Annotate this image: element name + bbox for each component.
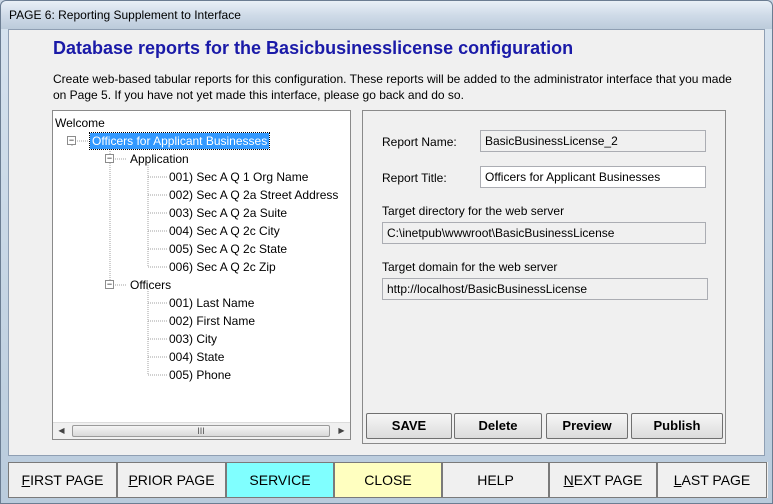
target-directory-field[interactable]: C:\inetpub\wwwroot\BasicBusinessLicense — [382, 222, 706, 244]
preview-button[interactable]: Preview — [546, 413, 628, 439]
target-domain-field[interactable]: http://localhost/BasicBusinessLicense — [382, 278, 708, 300]
tree-field-item[interactable]: 005) Phone — [169, 367, 231, 383]
next-page-button[interactable]: NEXT PAGE — [549, 462, 657, 498]
collapse-icon[interactable]: − — [67, 136, 76, 145]
report-name-field[interactable]: BasicBusinessLicense_2 — [480, 130, 706, 152]
close-button[interactable]: CLOSE — [334, 462, 442, 498]
tree-report-node[interactable]: Officers for Applicant Businesses — [88, 132, 271, 150]
tree-field-item[interactable]: 005) Sec A Q 2c State — [169, 241, 287, 257]
first-page-button[interactable]: FIRST PAGE — [8, 462, 117, 498]
report-tree[interactable]: Welcome − Officers for Applicant Busines… — [52, 110, 351, 440]
scroll-left-icon[interactable]: ◀ — [53, 423, 70, 439]
last-page-button[interactable]: LAST PAGE — [657, 462, 767, 498]
bottom-navigation: FIRST PAGE PRIOR PAGE SERVICE CLOSE HELP… — [8, 462, 768, 498]
help-button[interactable]: HELP — [442, 462, 549, 498]
tree-field-item[interactable]: 003) Sec A Q 2a Suite — [169, 205, 287, 221]
publish-button[interactable]: Publish — [631, 413, 723, 439]
tree-group-officers[interactable]: Officers — [130, 277, 171, 293]
tree-field-item[interactable]: 006) Sec A Q 2c Zip — [169, 259, 276, 275]
tree-field-item[interactable]: 001) Last Name — [169, 295, 254, 311]
tree-field-item[interactable]: 002) First Name — [169, 313, 255, 329]
tree-root-welcome[interactable]: Welcome — [55, 115, 105, 131]
report-properties-panel: Report Name: BasicBusinessLicense_2 Repo… — [362, 110, 726, 444]
tree-field-item[interactable]: 001) Sec A Q 1 Org Name — [169, 169, 308, 185]
tree-group-application[interactable]: Application — [130, 151, 189, 167]
collapse-icon[interactable]: − — [105, 280, 114, 289]
tree-field-item[interactable]: 002) Sec A Q 2a Street Address — [169, 187, 338, 203]
prior-page-button[interactable]: PRIOR PAGE — [117, 462, 226, 498]
page-title: Database reports for the Basicbusinessli… — [53, 38, 574, 58]
report-title-label: Report Title: — [382, 171, 447, 185]
service-button[interactable]: SERVICE — [226, 462, 334, 498]
report-title-field[interactable]: Officers for Applicant Businesses — [480, 166, 706, 188]
page-description: Create web-based tabular reports for thi… — [53, 72, 732, 102]
target-domain-label: Target domain for the web server — [382, 260, 558, 274]
tree-field-item[interactable]: 003) City — [169, 331, 217, 347]
tree-field-item[interactable]: 004) Sec A Q 2c City — [169, 223, 280, 239]
scroll-thumb[interactable]: III — [72, 425, 330, 437]
report-name-label: Report Name: — [382, 135, 457, 149]
window-title: PAGE 6: Reporting Supplement to Interfac… — [9, 8, 241, 22]
save-button[interactable]: SAVE — [366, 413, 452, 439]
delete-button[interactable]: Delete — [454, 413, 542, 439]
title-bar[interactable]: PAGE 6: Reporting Supplement to Interfac… — [1, 1, 772, 29]
app-window: PAGE 6: Reporting Supplement to Interfac… — [0, 0, 773, 504]
collapse-icon[interactable]: − — [105, 154, 114, 163]
horizontal-scrollbar[interactable]: ◀ III ▶ — [53, 422, 350, 439]
target-directory-label: Target directory for the web server — [382, 204, 565, 218]
main-content: Database reports for the Basicbusinessli… — [8, 29, 765, 456]
scroll-right-icon[interactable]: ▶ — [333, 423, 350, 439]
tree-field-item[interactable]: 004) State — [169, 349, 224, 365]
